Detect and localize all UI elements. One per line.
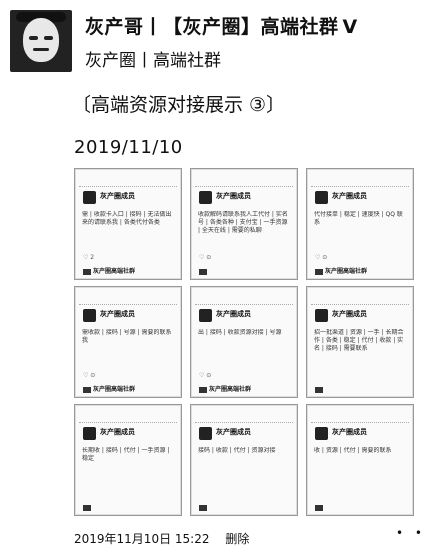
thumbnail-group: 灰产圈高端社群 (315, 266, 367, 275)
thumbnail-author: 灰产圈成员 (332, 310, 367, 318)
thumbnail-status-bar (195, 408, 293, 423)
thumbnail-text: 长期收 | 接码 | 代付 | 一手资源 | 稳定 (82, 447, 170, 462)
screenshot-thumbnail[interactable]: 灰产圈成员收款解码请联系我人工代付 | 实名号 | 各类各种 | 支付宝 | 一… (190, 168, 298, 280)
thumbnail-status-bar (195, 290, 293, 305)
thumbnail-group: 灰产圈高端社群 (199, 384, 251, 393)
thumbnail-text: 出 | 接码 | 收款资源对接 | 号源 (198, 329, 282, 336)
thumbnail-group: 灰产圈高端社群 (83, 384, 135, 393)
screenshot-thumbnail[interactable]: 灰产圈成员接码 | 收款 | 代付 | 资源对接 (190, 404, 298, 516)
post-date: 2019/11/10 (74, 137, 183, 158)
thumbnail-group (199, 504, 209, 511)
account-title[interactable]: 灰产哥丨【灰产圈】高端社群 V (85, 12, 358, 39)
thumbnail-status-bar (79, 172, 177, 187)
thumbnail-avatar (83, 309, 96, 322)
thumbnail-stats: ♡ ⊙ (83, 372, 96, 379)
screenshot-thumbnail[interactable]: 灰产圈成员长期收 | 接码 | 代付 | 一手资源 | 稳定 (74, 404, 182, 516)
thumbnail-text: 需 | 收款卡入口 | 接码 | 无法做出来的请联系我 | 各类代付各类 (82, 211, 172, 226)
thumbnail-avatar (199, 427, 212, 440)
thumbnail-author: 灰产圈成员 (332, 428, 367, 436)
thumbnail-status-bar (79, 408, 177, 423)
account-name: 灰产哥丨【灰产圈】高端社群 (85, 16, 339, 38)
verified-badge: V (342, 16, 358, 38)
thumbnail-status-bar (311, 408, 409, 423)
more-options-icon[interactable]: • • (396, 526, 426, 540)
thumbnail-avatar (315, 427, 328, 440)
thumbnail-group (315, 504, 325, 511)
screenshot-thumbnail[interactable]: 灰产圈成员需收款 | 接码 | 号源 | 需要的联系我 ♡ ⊙ 灰产圈高端社群 (74, 286, 182, 398)
thumbnail-avatar (315, 191, 328, 204)
thumbnail-author: 灰产圈成员 (216, 192, 251, 200)
profile-header: 灰产哥丨【灰产圈】高端社群 V 灰产圈丨高端社群 (10, 10, 440, 72)
delete-link[interactable]: 删除 (225, 532, 249, 546)
thumbnail-status-bar (311, 172, 409, 187)
thumbnail-group (315, 386, 325, 393)
post-footer: 2019年11月10日 15:22 删除 (74, 530, 249, 547)
thumbnail-text: 需收款 | 接码 | 号源 | 需要的联系我 (82, 329, 172, 344)
thumbnail-author: 灰产圈成员 (100, 192, 135, 200)
avatar[interactable] (10, 10, 72, 72)
post-timestamp: 2019年11月10日 15:22 (74, 532, 210, 546)
screenshot-thumbnail[interactable]: 灰产圈成员出 | 接码 | 收款资源对接 | 号源 ♡ ⊙ 灰产圈高端社群 (190, 286, 298, 398)
thumbnail-stats: ♡ ⊙ (199, 372, 212, 379)
thumbnail-status-bar (195, 172, 293, 187)
thumbnail-status-bar (311, 290, 409, 305)
account-subtitle: 灰产圈丨高端社群 (85, 51, 221, 71)
thumbnail-group (199, 268, 209, 275)
screenshot-thumbnail[interactable]: 灰产圈成员收 | 资源 | 代付 | 需要的联系 (306, 404, 414, 516)
thumbnail-author: 灰产圈成员 (216, 310, 251, 318)
thumbnail-avatar (83, 427, 96, 440)
thumbnail-stats: ♡ ⊙ (315, 254, 328, 261)
screenshot-thumbnail[interactable]: 灰产圈成员需 | 收款卡入口 | 接码 | 无法做出来的请联系我 | 各类代付各… (74, 168, 182, 280)
screenshot-thumbnail[interactable]: 灰产圈成员招一批渠道 | 资源 | 一手 | 长期合作 | 各类 | 稳定 | … (306, 286, 414, 398)
thumbnail-stats: ♡ 2 (83, 254, 95, 261)
thumbnail-avatar (199, 191, 212, 204)
thumbnail-group: 灰产圈高端社群 (83, 266, 135, 275)
screenshot-thumbnail[interactable]: 灰产圈成员代付接单 | 稳定 | 速度快 | QQ 联系 ♡ ⊙ 灰产圈高端社群 (306, 168, 414, 280)
thumbnail-avatar (315, 309, 328, 322)
thumbnail-author: 灰产圈成员 (100, 310, 135, 318)
thumbnail-text: 收款解码请联系我人工代付 | 实名号 | 各类各种 | 支付宝 | 一手资源 |… (198, 211, 288, 234)
thumbnail-status-bar (79, 290, 177, 305)
image-grid: 灰产圈成员需 | 收款卡入口 | 接码 | 无法做出来的请联系我 | 各类代付各… (74, 168, 414, 516)
mask-icon (23, 18, 59, 62)
post-heading: 〔高端资源对接展示 ③〕 (72, 94, 286, 116)
thumbnail-avatar (199, 309, 212, 322)
thumbnail-text: 代付接单 | 稳定 | 速度快 | QQ 联系 (314, 211, 403, 226)
thumbnail-text: 招一批渠道 | 资源 | 一手 | 长期合作 | 各类 | 稳定 | 代付 | … (314, 329, 404, 352)
thumbnail-stats: ♡ ⊙ (199, 254, 212, 261)
thumbnail-avatar (83, 191, 96, 204)
thumbnail-author: 灰产圈成员 (216, 428, 251, 436)
thumbnail-text: 接码 | 收款 | 代付 | 资源对接 (198, 447, 276, 454)
thumbnail-text: 收 | 资源 | 代付 | 需要的联系 (314, 447, 392, 454)
thumbnail-group (83, 504, 93, 511)
thumbnail-author: 灰产圈成员 (332, 192, 367, 200)
thumbnail-author: 灰产圈成员 (100, 428, 135, 436)
